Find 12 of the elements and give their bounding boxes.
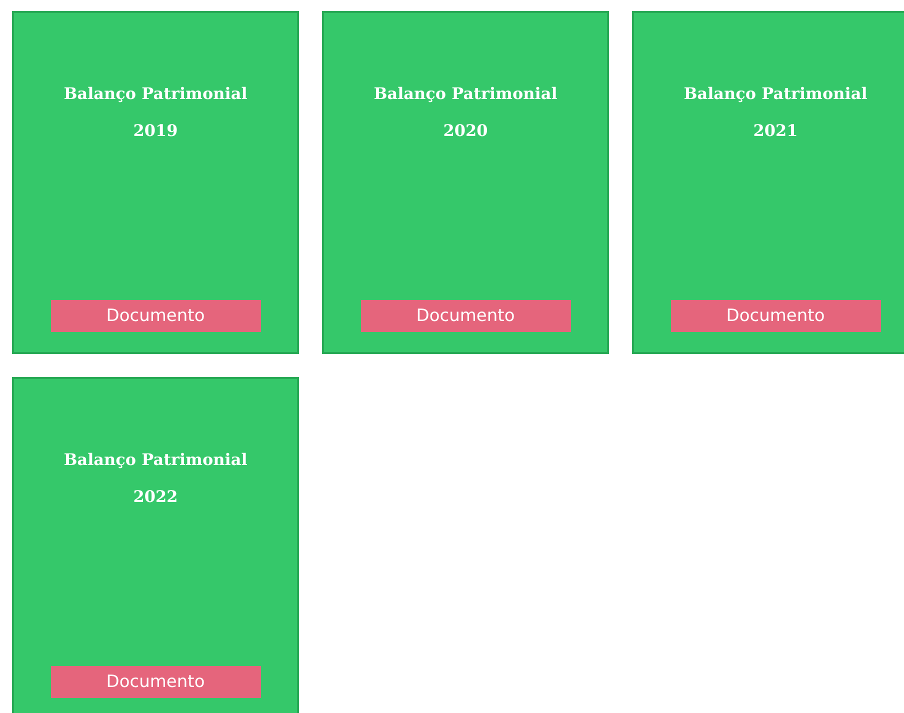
card-title: Balanço Patrimonial — [374, 83, 558, 105]
card-year: 2021 — [753, 120, 798, 142]
card-title: Balanço Patrimonial — [64, 83, 248, 105]
card-title: Balanço Patrimonial — [684, 83, 868, 105]
document-button[interactable]: Documento — [50, 300, 260, 332]
card-year: 2022 — [133, 486, 178, 508]
card-year: 2019 — [133, 120, 178, 142]
card-title: Balanço Patrimonial — [64, 449, 248, 471]
document-button[interactable]: Documento — [670, 300, 880, 332]
document-button[interactable]: Documento — [360, 300, 570, 332]
card-year: 2020 — [443, 120, 488, 142]
document-button[interactable]: Documento — [50, 666, 260, 698]
